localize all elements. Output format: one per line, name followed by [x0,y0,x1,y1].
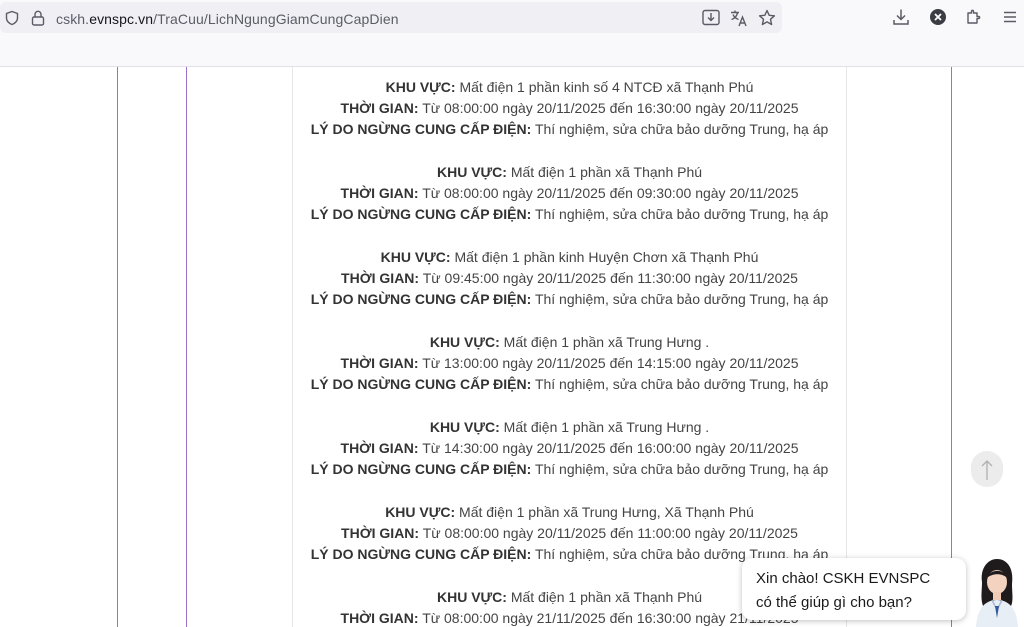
area-label: KHU VỰC: [385,79,456,95]
layout-guide-line [951,67,952,627]
reason-value: Thí nghiệm, sửa chữa bảo dưỡng Trung, hạ… [534,121,829,138]
time-value: Từ 13:00:00 ngày 20/11/2025 đến 14:15:00… [422,355,799,372]
url-domain: evnspc.vn [89,11,154,27]
area-label: KHU VỰC: [436,164,507,180]
reason-label: LÝ DO NGỪNG CUNG CẤP ĐIỆN: [310,206,532,223]
outage-entry: KHU VỰC: Mất điện 1 phần xã Trung Hưng .… [293,332,846,396]
area-label: KHU VỰC: [429,334,500,350]
time-label: THỜI GIAN: [341,270,420,287]
reason-value: Thí nghiệm, sửa chữa bảo dưỡng Trung, hạ… [534,376,829,393]
time-value: Từ 14:30:00 ngày 20/11/2025 đến 16:00:00… [422,440,799,457]
time-value: Từ 08:00:00 ngày 20/11/2025 đến 09:30:00… [422,185,799,202]
time-value: Từ 08:00:00 ngày 20/11/2025 đến 11:00:00… [422,525,798,542]
reason-value: Thí nghiệm, sửa chữa bảo dưỡng Trung, hạ… [534,206,829,223]
menu-icon[interactable] [1002,9,1018,25]
reason-label: LÝ DO NGỪNG CUNG CẤP ĐIỆN: [310,291,532,308]
area-value: Mất điện 1 phần kinh số 4 NTCĐ xã Thạnh … [459,79,754,95]
time-value: Từ 09:45:00 ngày 20/11/2025 đến 11:30:00… [422,270,798,287]
reason-label: LÝ DO NGỪNG CUNG CẤP ĐIỆN: [310,461,532,478]
area-value: Mất điện 1 phần xã Thạnh Phú [510,164,703,180]
close-circle-icon[interactable] [929,8,947,26]
outage-entry: KHU VỰC: Mất điện 1 phần xã Trung Hưng, … [293,502,846,566]
time-value: Từ 08:00:00 ngày 20/11/2025 đến 16:30:00… [422,100,799,117]
browser-toolbar: cskh.evnspc.vn/TraCuu/LichNgungGiamCungC… [0,0,1024,36]
time-label: THỜI GIAN: [340,185,419,202]
chat-greeting-bubble[interactable]: Xin chào! CSKH EVNSPC có thể giúp gì cho… [742,558,966,620]
address-bar[interactable]: cskh.evnspc.vn/TraCuu/LichNgungGiamCungC… [0,2,782,33]
area-label: KHU VỰC: [429,419,500,435]
arrow-up-icon [981,460,993,480]
reason-label: LÝ DO NGỪNG CUNG CẤP ĐIỆN: [310,546,532,563]
area-value: Mất điện 1 phần xã Trung Hưng . [503,419,710,435]
outage-entry: KHU VỰC: Mất điện 1 phần xã Trung Hưng .… [293,417,846,481]
chat-line-2: có thể giúp gì cho bạn? [756,594,912,611]
outage-entry: KHU VỰC: Mất điện 1 phần xã Thạnh Phú TH… [293,162,846,226]
time-label: THỜI GIAN: [340,355,419,372]
extensions-icon[interactable] [965,8,983,26]
scroll-to-top-button[interactable] [971,451,1003,487]
outage-entry: KHU VỰC: Mất điện 1 phần kinh Huyện Chơn… [293,247,846,311]
url-prefix: cskh. [56,11,90,27]
outage-schedule-list: KHU VỰC: Mất điện 1 phần kinh số 4 NTCĐ … [292,67,847,627]
translate-icon[interactable] [730,9,748,27]
page-viewport: KHU VỰC: Mất điện 1 phần kinh số 4 NTCĐ … [0,67,1024,627]
chat-assistant-avatar[interactable] [968,556,1024,627]
reason-label: LÝ DO NGỪNG CUNG CẤP ĐIỆN: [310,376,532,393]
reason-value: Thí nghiệm, sửa chữa bảo dưỡng Trung, hạ… [534,291,829,308]
reason-label: LÝ DO NGỪNG CUNG CẤP ĐIỆN: [310,121,532,138]
time-label: THỜI GIAN: [340,440,419,457]
area-value: Mất điện 1 phần xã Trung Hưng, Xã Thạnh … [459,504,754,520]
chat-line-1: Xin chào! CSKH EVNSPC [756,570,931,587]
shield-icon[interactable] [4,10,20,26]
time-label: THỜI GIAN: [340,100,419,117]
area-value: Mất điện 1 phần xã Thạnh Phú [510,589,703,605]
lock-icon[interactable] [31,10,45,26]
area-label: KHU VỰC: [385,504,456,520]
layout-guide-line [186,67,187,627]
download-page-icon[interactable] [702,9,720,26]
area-label: KHU VỰC: [380,249,451,265]
bookmarks-bar [0,36,1024,67]
area-value: Mất điện 1 phần kinh Huyện Chơn xã Thạnh… [454,249,759,265]
area-label: KHU VỰC: [436,589,507,605]
bookmark-star-icon[interactable] [758,9,776,27]
url-path: /TraCuu/LichNgungGiamCungCapDien [153,11,399,27]
url-text[interactable]: cskh.evnspc.vn/TraCuu/LichNgungGiamCungC… [56,11,399,27]
time-label: THỜI GIAN: [341,525,420,542]
outage-entry: KHU VỰC: Mất điện 1 phần kinh số 4 NTCĐ … [293,77,846,141]
area-value: Mất điện 1 phần xã Trung Hưng . [503,334,710,350]
time-label: THỜI GIAN: [340,610,419,627]
chat-greeting-text: Xin chào! CSKH EVNSPC có thể giúp gì cho… [756,567,930,615]
layout-guide-line [117,67,118,627]
reason-value: Thí nghiệm, sửa chữa bảo dưỡng Trung, hạ… [534,461,829,478]
downloads-icon[interactable] [892,8,910,26]
